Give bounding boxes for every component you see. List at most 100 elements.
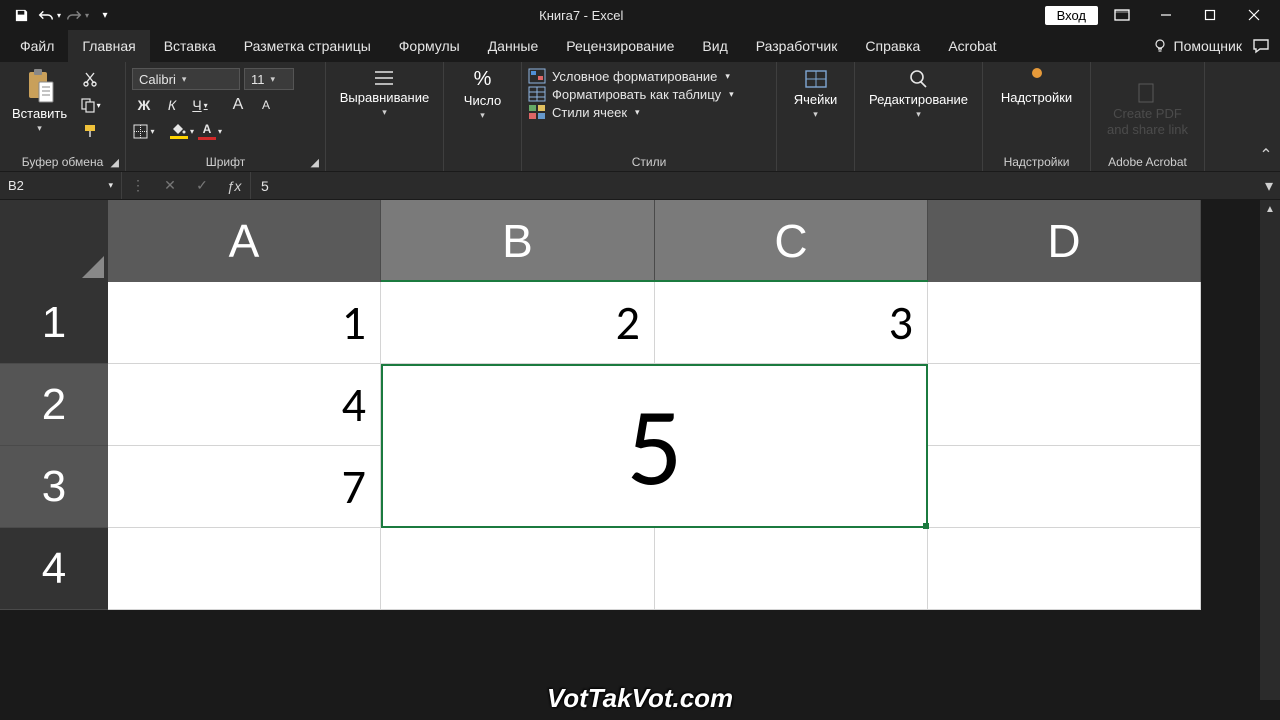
fx-icon[interactable]: ƒx [218, 172, 250, 199]
group-styles: Условное форматирование▾ Форматировать к… [522, 62, 777, 171]
enter-icon[interactable]: ✓ [186, 172, 218, 199]
more-icon[interactable]: ⋮ [122, 172, 154, 199]
tab-insert[interactable]: Вставка [150, 30, 230, 62]
sheet-area: A B C D 1 2 3 4 1 2 3 4 [0, 200, 1280, 700]
paste-button[interactable]: Вставить ▾ [6, 66, 73, 136]
grow-font-icon[interactable]: А [226, 94, 250, 116]
cut-icon[interactable] [77, 68, 103, 90]
pdf-icon [1135, 82, 1159, 104]
cell-a2[interactable]: 4 [108, 364, 381, 446]
row-header-2[interactable]: 2 [0, 364, 108, 446]
cell-b4[interactable] [381, 528, 655, 610]
merged-cell-b2c3[interactable]: 5 [381, 364, 928, 528]
editing-button[interactable]: Редактирование ▾ [863, 66, 974, 122]
row-header-1[interactable]: 1 [0, 282, 108, 364]
tab-view[interactable]: Вид [688, 30, 741, 62]
cells-button[interactable]: Ячейки ▾ [787, 66, 845, 122]
redo-icon[interactable]: ▾ [64, 2, 90, 28]
vertical-scrollbar[interactable]: ▲ [1260, 200, 1280, 700]
tab-formulas[interactable]: Формулы [385, 30, 474, 62]
tab-page-layout[interactable]: Разметка страницы [230, 30, 385, 62]
col-header-a[interactable]: A [108, 200, 381, 282]
title-bar: ▾ ▾ ▾ Книга7 - Excel Вход [0, 0, 1280, 30]
tab-help[interactable]: Справка [851, 30, 934, 62]
cell-c1[interactable]: 3 [655, 282, 928, 364]
group-label: Надстройки [989, 153, 1084, 169]
column-headers: A B C D [108, 200, 1201, 282]
group-clipboard: Вставить ▾ ▾ Буфер обмена ◢ [0, 62, 126, 171]
font-size-combo[interactable]: 11▾ [244, 68, 294, 90]
minimize-icon[interactable] [1146, 2, 1186, 28]
format-painter-icon[interactable] [77, 120, 103, 142]
font-name-combo[interactable]: Calibri▾ [132, 68, 240, 90]
tab-acrobat[interactable]: Acrobat [934, 30, 1010, 62]
group-label: Шрифт [132, 153, 319, 169]
scroll-up-icon[interactable]: ▲ [1260, 200, 1280, 218]
underline-button[interactable]: Ч▾ [188, 94, 212, 116]
ribbon-tabs: Файл Главная Вставка Разметка страницы Ф… [0, 30, 1280, 62]
tab-file[interactable]: Файл [6, 30, 68, 62]
row-header-4[interactable]: 4 [0, 528, 108, 610]
format-as-table-button[interactable]: Форматировать как таблицу▾ [528, 86, 734, 102]
cell-styles-button[interactable]: Стили ячеек▾ [528, 104, 734, 120]
cell-c4[interactable] [655, 528, 928, 610]
col-header-d[interactable]: D [928, 200, 1201, 282]
ribbon-display-icon[interactable] [1102, 2, 1142, 28]
borders-icon[interactable]: ▾ [132, 120, 156, 142]
align-icon [371, 68, 397, 88]
sign-in-button[interactable]: Вход [1045, 6, 1098, 25]
save-icon[interactable] [8, 2, 34, 28]
fill-color-icon[interactable]: ▾ [170, 120, 194, 142]
create-pdf-button[interactable]: Create PDFand share link [1101, 80, 1194, 139]
shrink-font-icon[interactable]: А [254, 94, 278, 116]
tab-data[interactable]: Данные [474, 30, 553, 62]
cell-d3[interactable] [928, 446, 1201, 528]
dialog-launcher-icon[interactable]: ◢ [111, 156, 119, 169]
formula-input[interactable]: 5 [251, 172, 1258, 199]
group-addins: Надстройки Надстройки [983, 62, 1091, 171]
expand-formula-icon[interactable]: ▾ [1258, 172, 1280, 199]
close-icon[interactable] [1234, 2, 1274, 28]
cell-d1[interactable] [928, 282, 1201, 364]
collapse-ribbon-icon[interactable]: ⌃ [1252, 62, 1280, 171]
conditional-formatting-button[interactable]: Условное форматирование▾ [528, 68, 734, 84]
cell-d2[interactable] [928, 364, 1201, 446]
group-number: % Число ▾ [444, 62, 522, 171]
ribbon-body: Вставить ▾ ▾ Буфер обмена ◢ Calibri▾ 11▾… [0, 62, 1280, 172]
col-header-b[interactable]: B [381, 200, 655, 282]
select-all-button[interactable] [0, 200, 108, 282]
addins-button[interactable]: Надстройки [995, 66, 1078, 107]
undo-icon[interactable]: ▾ [36, 2, 62, 28]
tab-developer[interactable]: Разработчик [742, 30, 852, 62]
number-button[interactable]: % Число ▾ [454, 66, 512, 123]
cancel-icon[interactable]: ✕ [154, 172, 186, 199]
cell-a3[interactable]: 7 [108, 446, 381, 528]
dialog-launcher-icon[interactable]: ◢ [311, 156, 319, 169]
table-icon [528, 86, 546, 102]
group-label: Стили [528, 153, 770, 169]
tell-me-search[interactable]: Помощник [1152, 38, 1242, 54]
cell-d4[interactable] [928, 528, 1201, 610]
cells-icon [803, 68, 829, 90]
cell-a1[interactable]: 1 [108, 282, 381, 364]
tab-review[interactable]: Рецензирование [552, 30, 688, 62]
alignment-button[interactable]: Выравнивание ▾ [334, 66, 435, 120]
qat-customize-icon[interactable]: ▾ [92, 2, 118, 28]
font-color-icon[interactable]: А▾ [198, 120, 222, 142]
name-box[interactable]: B2▾ [0, 172, 122, 199]
maximize-icon[interactable] [1190, 2, 1230, 28]
cell-styles-icon [528, 104, 546, 120]
clipboard-icon [25, 68, 55, 104]
cell-b1[interactable]: 2 [381, 282, 655, 364]
bold-button[interactable]: Ж [132, 94, 156, 116]
window-title: Книга7 - Excel [118, 8, 1045, 23]
row-header-3[interactable]: 3 [0, 446, 108, 528]
italic-button[interactable]: К [160, 94, 184, 116]
cell-a4[interactable] [108, 528, 381, 610]
col-header-c[interactable]: C [655, 200, 928, 282]
comments-icon[interactable] [1252, 38, 1270, 54]
tab-home[interactable]: Главная [68, 30, 149, 62]
copy-icon[interactable]: ▾ [77, 94, 103, 116]
group-editing: Редактирование ▾ [855, 62, 983, 171]
group-font: Calibri▾ 11▾ Ж К Ч▾ А А ▾ ▾ А▾ [126, 62, 326, 171]
